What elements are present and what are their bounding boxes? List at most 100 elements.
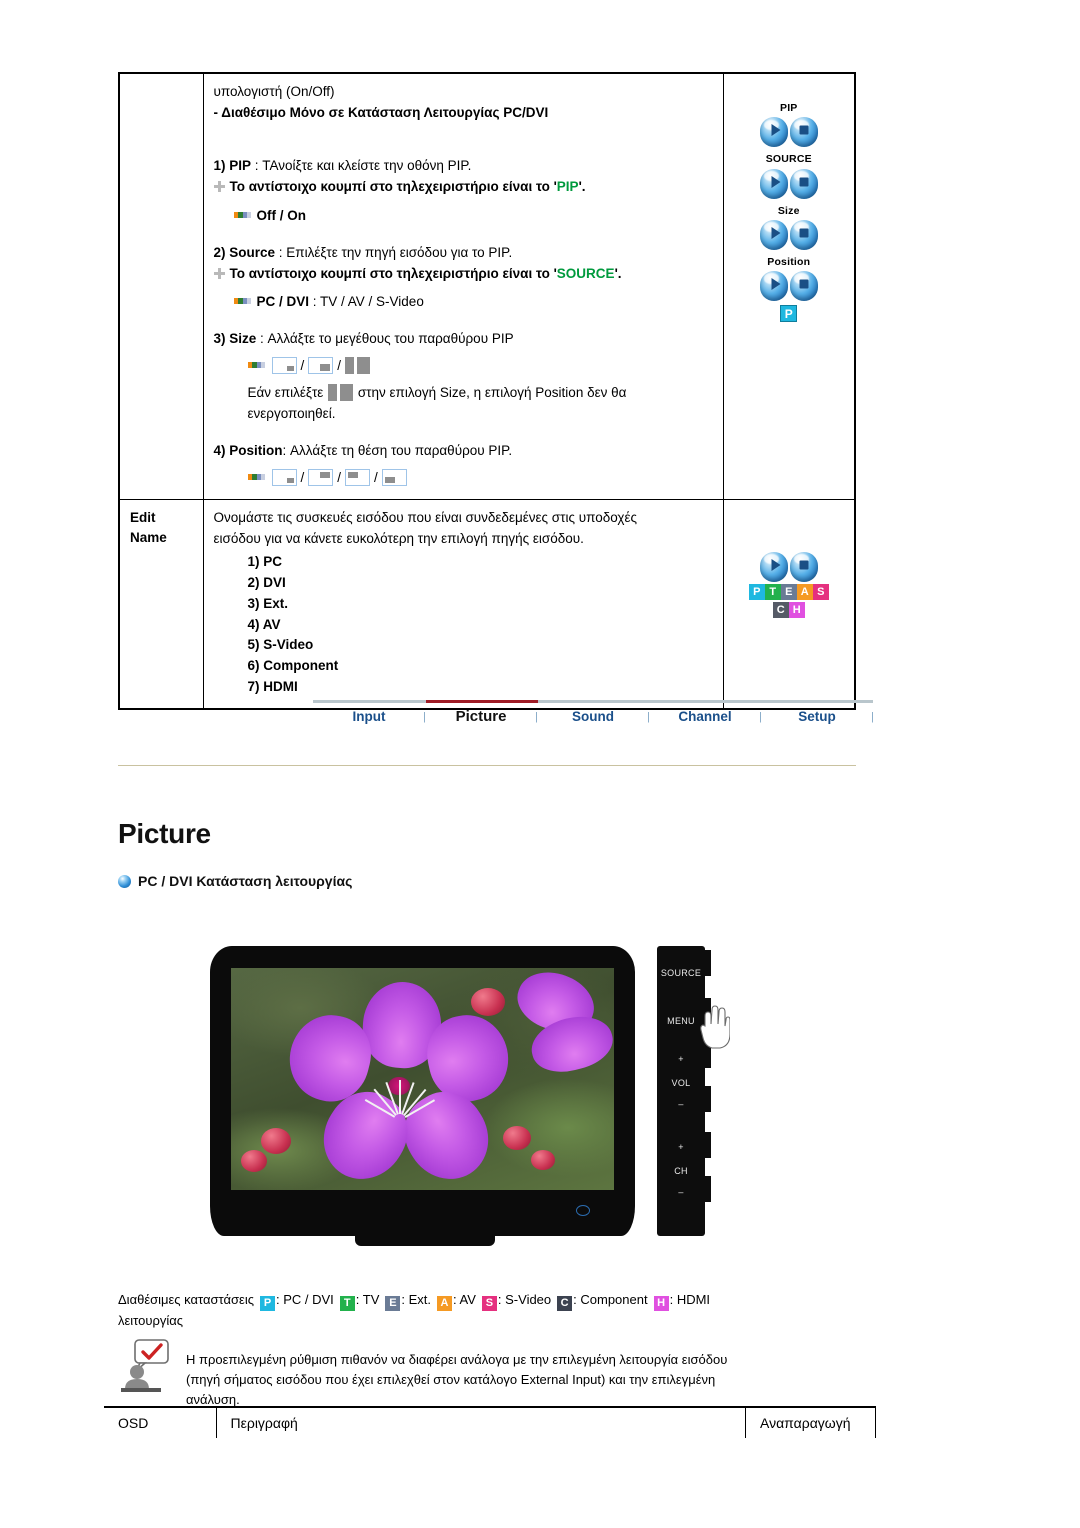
tab-input[interactable]: Input — [313, 709, 425, 724]
remote-group-pip: PIP — [734, 100, 845, 148]
pip-item-2-remote-post: '. — [614, 265, 622, 281]
edit-name-desc-line1: Ονομάστε τις συσκευές εισόδου που είναι … — [213, 509, 638, 525]
note-line-1: Η προεπιλεγμένη ρύθμιση πιθανόν να διαφέ… — [186, 1352, 728, 1367]
pip-item-2-values-rest: : TV / AV / S-Video — [309, 294, 424, 310]
available-modes-label: Διαθέσιμες καταστάσεις — [118, 1292, 254, 1307]
remote-button-pair — [734, 168, 845, 199]
mode-badge-h-icon: H — [788, 601, 805, 618]
panel-ch-minus-button[interactable]: – — [657, 1187, 705, 1197]
pip-item-3-number: 3) Size — [213, 331, 257, 347]
flower-stamen — [399, 1080, 401, 1114]
pip-position-options: / / / — [214, 468, 713, 489]
remote-play-button-icon[interactable] — [759, 271, 788, 302]
pip-item-3-sep: : — [256, 331, 268, 347]
osd-column-header-description: Περιγραφή — [216, 1407, 746, 1438]
section-subheading: PC / DVI Κατάσταση λειτουργίας — [118, 873, 352, 889]
monitor-control-panel: SOURCE MENU + VOL – + CH – — [657, 946, 711, 1236]
mode-badge-row-top: PTEAS — [734, 583, 845, 600]
pip-item-2-remote: Το αντίστοιχο κουμπί στο τηλεχειριστήριο… — [213, 264, 713, 285]
list-item: 1) PC — [247, 553, 283, 569]
pip-position-top-left-icon — [345, 468, 371, 486]
remote-enter-button-icon[interactable] — [789, 271, 818, 302]
pip-item-1-values: Off / On — [214, 206, 713, 227]
remote-button-pair — [734, 551, 845, 582]
monitor-screen — [231, 968, 614, 1190]
remote-button-pair — [734, 271, 845, 302]
tab-sound[interactable]: Sound — [537, 709, 649, 724]
mode-badge-p-icon: P — [259, 1296, 275, 1311]
remote-group-source: SOURCE — [734, 151, 845, 199]
table-row-edit-name: Edit Name Ονομάστε τις συσκευές εισόδου … — [118, 498, 856, 710]
page-title: Picture — [118, 818, 211, 849]
tab-channel[interactable]: Channel — [649, 709, 761, 724]
edit-name-item-list: 1) PC 2) DVI 3) Ext. 4) AV 5) S-Video 6)… — [214, 552, 713, 698]
remote-enter-button-icon[interactable] — [789, 219, 818, 250]
pip-item-1-remote-post: '. — [578, 178, 586, 194]
pip-item-3: 3) Size : Αλλάξτε το μεγέθους του παραθύ… — [214, 329, 713, 350]
remote-enter-button-icon[interactable] — [789, 551, 818, 582]
pip-size-note-pre: Εάν επιλέξτε — [247, 385, 328, 401]
panel-menu-button[interactable]: MENU — [657, 1016, 705, 1026]
mode-badge-row-bottom: CH — [734, 601, 845, 618]
tab-setup[interactable]: Setup — [761, 709, 873, 724]
pip-position-top-right-icon — [308, 468, 334, 486]
pip-item-2-remote-pre: Το αντίστοιχο κουμπί στο τηλεχειριστήριο… — [229, 265, 557, 281]
mode-badge-s-icon: S — [812, 583, 829, 600]
plus-marker-icon — [213, 267, 225, 279]
tab-picture[interactable]: Picture — [425, 708, 537, 725]
pip-item-4: 4) Position: Αλλάξτε τη θέση του παραθύρ… — [214, 441, 713, 462]
list-item: 4) AV — [247, 616, 281, 632]
panel-vol-minus-button[interactable]: – — [657, 1099, 705, 1109]
row-label-line1: Edit — [130, 509, 156, 525]
mode-badge-c-icon: C — [557, 1296, 573, 1311]
remote-play-button-icon[interactable] — [759, 551, 788, 582]
pip-item-1-remote: Το αντίστοιχο κουμπί στο τηλεχειριστήριο… — [213, 177, 713, 198]
row-icons-pip: PIP SOURCE Size Position P — [722, 73, 856, 500]
mode-badge-h-icon: H — [653, 1296, 669, 1311]
osd-header-table: OSD Περιγραφή Αναπαραγωγή — [104, 1406, 876, 1438]
content-divider — [118, 765, 856, 766]
mode-badge-a-icon: A — [796, 583, 813, 600]
power-led-icon — [576, 1205, 590, 1216]
mode-badge-e-icon: E — [385, 1296, 401, 1311]
pip-item-4-sep: : — [282, 443, 291, 459]
blue-bullet-icon — [118, 874, 131, 888]
remote-caption-pip: PIP — [779, 102, 798, 114]
mode-badge-pc-dvi-icon: P — [780, 305, 798, 323]
mode-badge-c-icon: C — [772, 601, 789, 618]
slash-sep: / — [337, 469, 342, 485]
panel-vol-plus-button[interactable]: + — [657, 1054, 705, 1064]
remote-caption-source: SOURCE — [765, 153, 812, 166]
bar-marker-icon — [233, 211, 251, 218]
panel-ch-plus-button[interactable]: + — [657, 1142, 705, 1152]
remote-play-button-icon[interactable] — [759, 168, 788, 199]
monitor-illustration: SOURCE MENU + VOL – + CH – — [205, 938, 731, 1268]
row-label-empty — [118, 73, 204, 500]
slash-sep: / — [337, 358, 342, 374]
remote-caption-position: Position — [767, 255, 811, 268]
pip-item-1-number: 1) PIP — [213, 157, 252, 173]
pip-item-2-remote-key: SOURCE — [556, 265, 615, 281]
pip-item-3-desc: Αλλάξτε το μεγέθους του παραθύρου PIP — [267, 331, 514, 347]
remote-button-pair — [734, 219, 845, 250]
pip-size-options: / / — [214, 356, 713, 377]
pip-position-bottom-right-icon — [271, 468, 297, 486]
monitor-body — [210, 946, 635, 1236]
pip-item-2-sep: : — [275, 244, 287, 260]
remote-enter-button-icon[interactable] — [789, 168, 818, 199]
pip-position-bottom-left-icon — [381, 468, 407, 486]
flower-bud — [471, 988, 505, 1016]
remote-play-button-icon[interactable] — [759, 117, 788, 148]
pip-size-medium-icon — [308, 357, 334, 375]
remote-enter-button-icon[interactable] — [789, 117, 818, 148]
slash-sep: / — [300, 469, 305, 485]
pip-item-2-values-bold: PC / DVI — [256, 294, 310, 310]
panel-source-button[interactable]: SOURCE — [657, 968, 705, 978]
remote-play-button-icon[interactable] — [759, 219, 788, 250]
bar-marker-icon — [233, 298, 251, 305]
mode-badge-a-icon: A — [437, 1296, 453, 1311]
list-item: 7) HDMI — [247, 679, 298, 695]
list-item: 3) Ext. — [247, 595, 289, 611]
nav-active-indicator — [426, 700, 538, 703]
